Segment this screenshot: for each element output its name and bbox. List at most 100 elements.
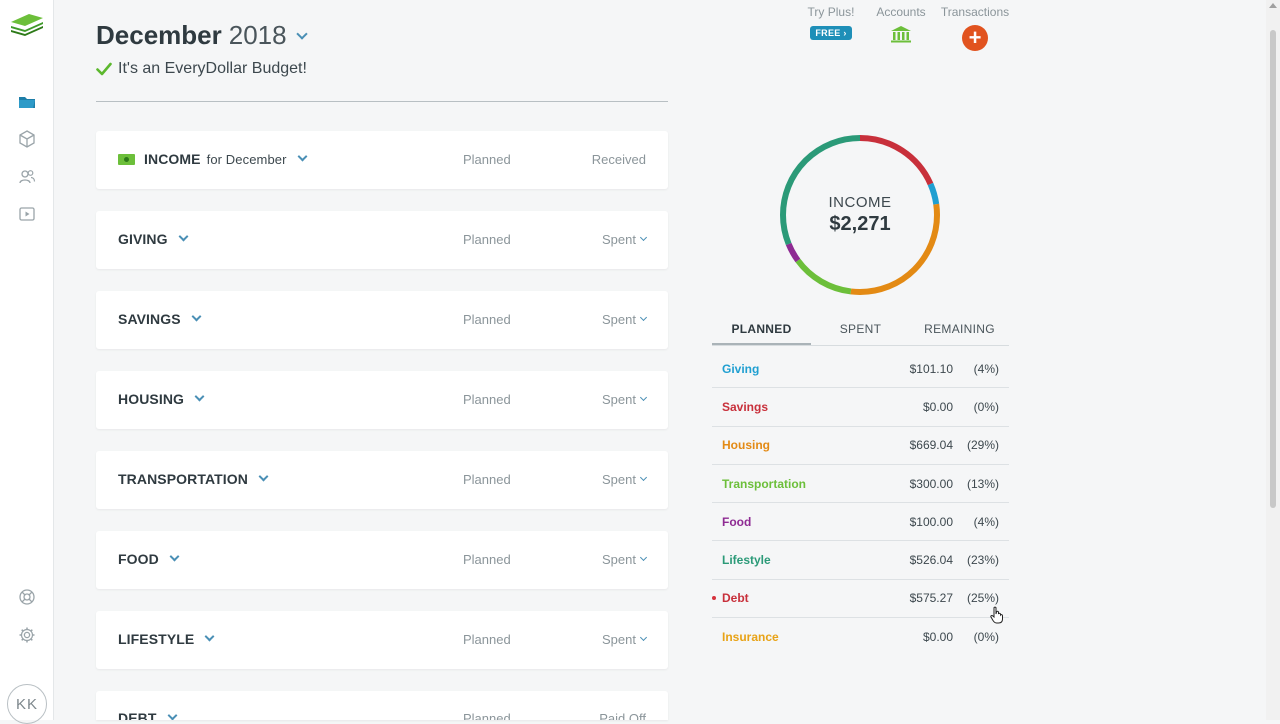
accounts-label: Accounts [876, 5, 926, 19]
summary-row-savings[interactable]: Savings $0.00 (0%) [712, 388, 1009, 427]
budget-group-giving[interactable]: GIVING Planned Spent [96, 211, 668, 269]
category-percent: (29%) [966, 438, 999, 453]
left-sidebar: KK [0, 0, 54, 724]
user-initials: KK [15, 695, 38, 713]
spent-selector[interactable]: Spent [602, 312, 648, 327]
month-label: December [96, 20, 222, 50]
category-percent: (25%) [966, 591, 999, 606]
group-title: TRANSPORTATION [118, 471, 269, 487]
paid-off-header: Paid Off [599, 711, 646, 720]
category-amount: $101.10 [909, 361, 953, 376]
money-icon [118, 153, 135, 165]
chevron-down-icon[interactable] [258, 471, 269, 481]
hand-cursor-icon [990, 606, 1003, 624]
planned-header: Planned [463, 312, 511, 327]
category-percent: (13%) [966, 476, 999, 491]
category-amount: $575.27 [909, 591, 953, 606]
tab-remaining[interactable]: REMAINING [910, 318, 1009, 345]
category-label: Transportation [722, 476, 807, 491]
user-avatar[interactable]: KK [7, 684, 47, 724]
group-suffix: for December [206, 151, 287, 167]
scroll-up-arrow-icon[interactable] [1269, 3, 1277, 8]
donut-label: INCOME [828, 194, 892, 211]
category-label: Debt [722, 591, 749, 606]
chevron-down-icon[interactable] [178, 231, 189, 241]
chevron-down-icon[interactable] [169, 551, 180, 561]
summary-row-insurance[interactable]: Insurance $0.00 (0%) [712, 618, 1009, 656]
category-label: Housing [722, 438, 770, 453]
spent-label: Spent [602, 232, 636, 247]
planned-header: Planned [463, 232, 511, 247]
category-amount: $100.00 [909, 514, 953, 529]
budget-group-food[interactable]: FOOD Planned Spent [96, 531, 668, 589]
budget-group-housing[interactable]: HOUSING Planned Spent [96, 371, 668, 429]
folder-icon[interactable] [17, 92, 37, 112]
try-plus-label: Try Plus! [807, 5, 855, 19]
summary-row-transportation[interactable]: Transportation $300.00 (13%) [712, 465, 1009, 504]
chevron-down-icon[interactable] [194, 391, 205, 401]
donut-amount: $2,271 [829, 213, 891, 235]
chevron-down-icon [295, 28, 308, 40]
planned-header: Planned [463, 711, 511, 720]
plus-icon[interactable]: + [962, 25, 988, 51]
spent-selector[interactable]: Spent [602, 632, 648, 647]
category-label: Insurance [722, 630, 779, 645]
received-header: Received [592, 152, 646, 167]
scrollbar[interactable] [1266, 0, 1280, 720]
spent-selector[interactable]: Spent [602, 472, 648, 487]
free-badge-label: FREE [815, 28, 841, 38]
try-plus-button[interactable]: Try Plus! FREE › [803, 5, 859, 40]
summary-list: Giving $101.10 (4%) Savings $0.00 (0%) H… [712, 350, 1009, 656]
budget-group-lifestyle[interactable]: LIFESTYLE Planned Spent [96, 611, 668, 669]
chevron-down-icon[interactable] [204, 631, 215, 641]
chevron-down-icon[interactable] [191, 311, 202, 321]
chevron-down-icon[interactable] [167, 710, 177, 720]
group-name: DEBT [118, 710, 157, 720]
budget-group-savings[interactable]: SAVINGS Planned Spent [96, 291, 668, 349]
summary-row-lifestyle[interactable]: Lifestyle $526.04 (23%) [712, 541, 1009, 580]
category-percent: (0%) [973, 630, 999, 645]
month-selector[interactable]: December 2018 [96, 20, 308, 51]
gear-icon[interactable] [17, 625, 37, 645]
tab-spent[interactable]: SPENT [811, 318, 910, 345]
chevron-down-icon[interactable] [297, 151, 308, 161]
category-percent: (4%) [973, 514, 999, 529]
chevron-down-icon [639, 393, 648, 402]
planned-header: Planned [463, 472, 511, 487]
cube-icon[interactable] [17, 129, 37, 149]
paid-off-label: Paid Off [599, 711, 646, 720]
spent-selector[interactable]: Spent [602, 552, 648, 567]
summary-row-debt[interactable]: Debt $575.27 (25%) [712, 580, 1009, 619]
budget-group-transportation[interactable]: TRANSPORTATION Planned Spent [96, 451, 668, 509]
planned-header: Planned [463, 392, 511, 407]
alert-dot-icon [712, 596, 716, 601]
group-name: FOOD [118, 551, 159, 567]
everydollar-logo-icon[interactable] [9, 10, 45, 38]
divider [96, 101, 668, 102]
group-title: GIVING [118, 231, 189, 247]
spent-label: Spent [602, 472, 636, 487]
group-name: GIVING [118, 231, 168, 247]
lifebuoy-icon[interactable] [17, 587, 37, 607]
group-title: FOOD [118, 551, 180, 567]
budget-group-income[interactable]: INCOME for December Planned Received [96, 131, 668, 189]
summary-row-giving[interactable]: Giving $101.10 (4%) [712, 350, 1009, 389]
spent-label: Spent [602, 312, 636, 327]
spent-selector[interactable]: Spent [602, 392, 648, 407]
spent-selector[interactable]: Spent [602, 232, 648, 247]
budget-status-text: It's an EveryDollar Budget! [118, 60, 307, 77]
people-icon[interactable] [17, 167, 37, 187]
budget-group-debt[interactable]: DEBT Planned Paid Off [96, 691, 668, 720]
video-icon[interactable] [17, 204, 37, 224]
spent-label: Spent [602, 392, 636, 407]
summary-row-food[interactable]: Food $100.00 (4%) [712, 503, 1009, 542]
category-percent: (4%) [973, 361, 999, 376]
tab-planned[interactable]: PLANNED [712, 318, 811, 345]
summary-row-housing[interactable]: Housing $669.04 (29%) [712, 427, 1009, 465]
category-label: Giving [722, 361, 760, 376]
scrollbar-thumb[interactable] [1270, 30, 1276, 508]
transactions-button[interactable]: Transactions + [940, 5, 1010, 51]
accounts-button[interactable]: Accounts [872, 5, 930, 46]
group-title: HOUSING [118, 391, 205, 407]
spent-label: Spent [602, 552, 636, 567]
